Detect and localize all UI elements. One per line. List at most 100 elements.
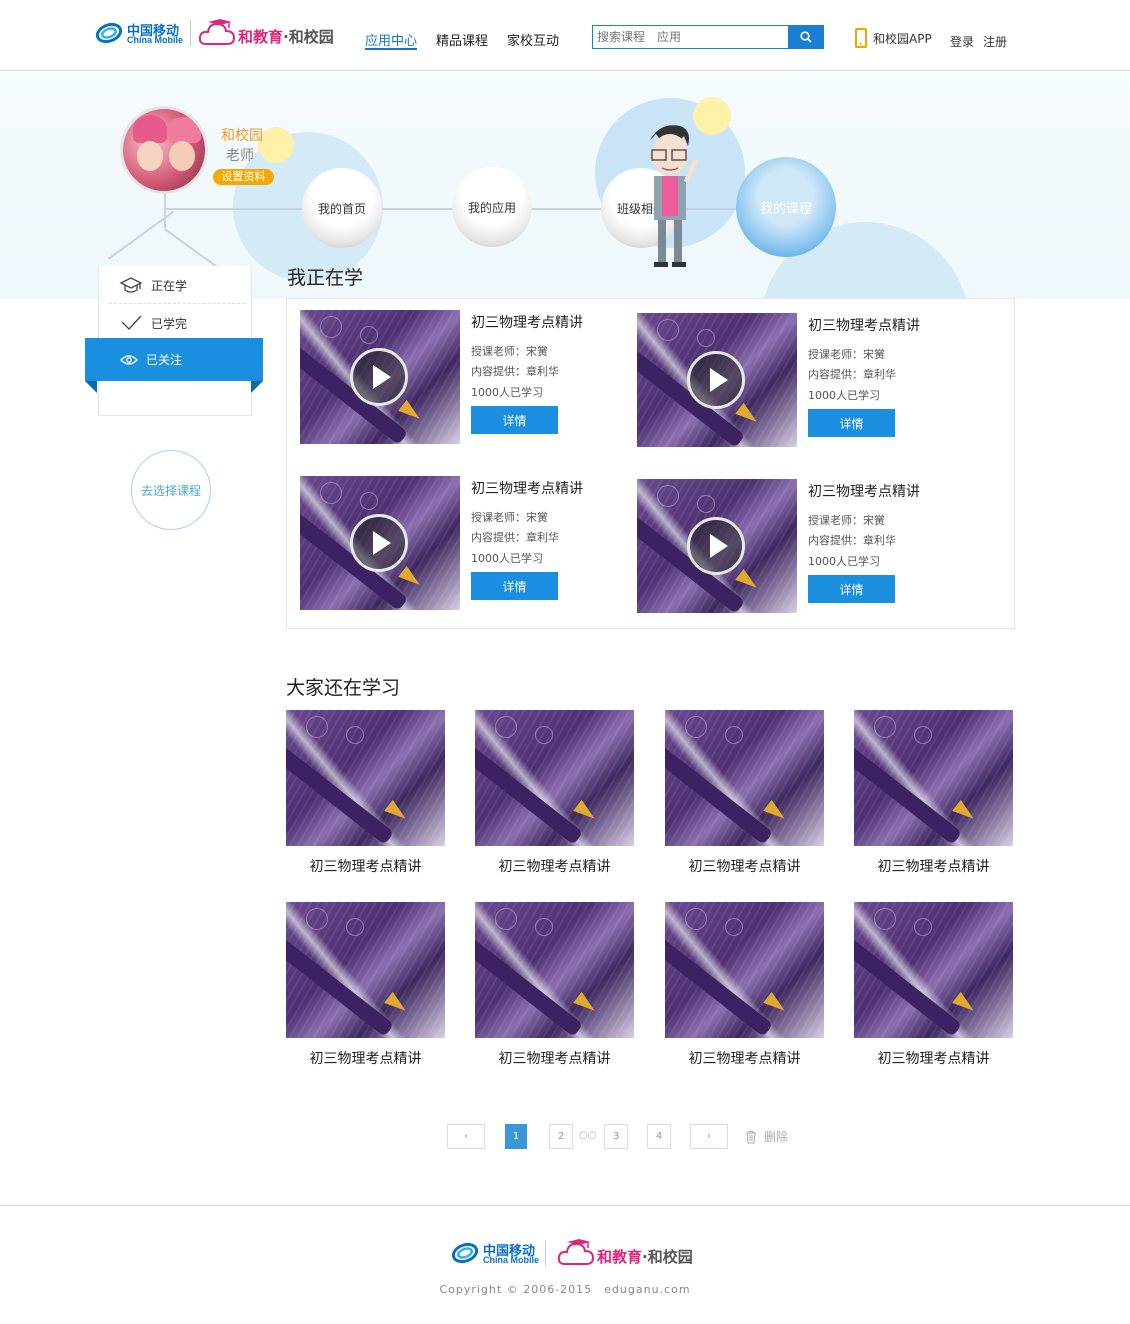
nav-premium-courses[interactable]: 精品课程 bbox=[436, 30, 488, 50]
check-icon bbox=[121, 315, 142, 330]
play-icon[interactable] bbox=[687, 517, 745, 575]
course-title[interactable]: 初三物理考点精讲 bbox=[808, 315, 920, 335]
circle-nav-courses[interactable]: 我的课程 bbox=[736, 157, 836, 257]
cloud-cap-icon bbox=[198, 19, 236, 45]
recommended-course-card[interactable]: 初三物理考点精讲 bbox=[665, 902, 825, 1072]
course-card[interactable]: 初三物理考点精讲 授课老师：宋黉 内容提供：章利华 1000人已学习 详情 bbox=[300, 476, 600, 616]
avatar-detail bbox=[169, 141, 195, 171]
login-link[interactable]: 登录 bbox=[950, 33, 974, 50]
course-title[interactable]: 初三物理考点精讲 bbox=[471, 478, 583, 498]
course-title[interactable]: 初三物理考点精讲 bbox=[854, 856, 1013, 876]
detail-button[interactable]: 详情 bbox=[808, 575, 895, 603]
course-thumbnail[interactable] bbox=[475, 902, 634, 1038]
course-provider: 内容提供：章利华 bbox=[808, 368, 896, 381]
course-thumbnail[interactable] bbox=[854, 902, 1013, 1038]
side-item-finished[interactable]: 已学完 bbox=[109, 305, 245, 341]
delete-button[interactable]: 删除 bbox=[744, 1128, 788, 1145]
side-item-label: 正在学 bbox=[151, 279, 188, 293]
course-thumbnail[interactable] bbox=[665, 902, 824, 1038]
app-download-link[interactable]: 和校园APP bbox=[855, 28, 932, 48]
recommended-course-card[interactable]: 初三物理考点精讲 bbox=[854, 710, 1014, 880]
course-title[interactable]: 初三物理考点精讲 bbox=[475, 856, 634, 876]
course-thumbnail[interactable] bbox=[637, 313, 797, 447]
prev-page-button[interactable]: ‹ bbox=[447, 1124, 485, 1149]
next-page-button[interactable]: › bbox=[690, 1124, 728, 1149]
recommended-course-card[interactable]: 初三物理考点精讲 bbox=[475, 710, 635, 880]
search-input[interactable] bbox=[593, 26, 783, 48]
course-card[interactable]: 初三物理考点精讲 授课老师：宋黉 内容提供：章利华 1000人已学习 详情 bbox=[637, 313, 937, 453]
course-card[interactable]: 初三物理考点精讲 授课老师：宋黉 内容提供：章利华 1000人已学习 详情 bbox=[637, 479, 937, 619]
course-thumbnail[interactable] bbox=[475, 710, 634, 846]
course-title[interactable]: 初三物理考点精讲 bbox=[665, 1048, 824, 1068]
user-name: 和校园 bbox=[221, 128, 263, 144]
side-item-learning[interactable]: 正在学 bbox=[109, 268, 245, 304]
course-thumbnail[interactable] bbox=[854, 710, 1013, 846]
course-teacher: 授课老师：宋黉 bbox=[808, 514, 885, 527]
recommended-course-card[interactable]: 初三物理考点精讲 bbox=[854, 902, 1014, 1072]
recommended-course-card[interactable]: 初三物理考点精讲 bbox=[286, 902, 446, 1072]
course-thumbnail[interactable] bbox=[300, 310, 460, 444]
course-thumbnail[interactable] bbox=[665, 710, 824, 846]
brand-main: 和教育 bbox=[597, 1248, 643, 1266]
detail-button[interactable]: 详情 bbox=[471, 572, 558, 600]
phone-icon bbox=[855, 28, 867, 48]
play-icon[interactable] bbox=[350, 514, 408, 572]
course-title[interactable]: 初三物理考点精讲 bbox=[286, 1048, 445, 1068]
recommended-course-card[interactable]: 初三物理考点精讲 bbox=[286, 710, 446, 880]
course-title[interactable]: 初三物理考点精讲 bbox=[471, 312, 583, 332]
detail-button[interactable]: 详情 bbox=[808, 409, 895, 437]
play-icon[interactable] bbox=[350, 348, 408, 406]
course-provider: 内容提供：章利华 bbox=[808, 534, 896, 547]
nav-home-school[interactable]: 家校互动 bbox=[507, 30, 559, 50]
circle-nav-apps[interactable]: 我的应用 bbox=[452, 167, 532, 247]
course-thumbnail[interactable] bbox=[286, 902, 445, 1038]
brand-main: 和教育 bbox=[238, 28, 284, 46]
course-provider: 内容提供：章利华 bbox=[471, 531, 559, 544]
register-link[interactable]: 注册 bbox=[983, 33, 1007, 50]
course-title[interactable]: 初三物理考点精讲 bbox=[286, 856, 445, 876]
others-section-title: 大家还在学习 bbox=[286, 677, 401, 699]
course-title[interactable]: 初三物理考点精讲 bbox=[854, 1048, 1013, 1068]
page-button-3[interactable]: 3 bbox=[604, 1124, 628, 1149]
logo-divider bbox=[190, 20, 191, 46]
course-provider: 内容提供：章利华 bbox=[471, 365, 559, 378]
footer-china-mobile-logo: 中国移动 China Mobile bbox=[452, 1238, 542, 1268]
recommended-course-card[interactable]: 初三物理考点精讲 bbox=[475, 902, 635, 1072]
footer: 中国移动 China Mobile 和教育·和校园 Copyright © 20… bbox=[0, 1205, 1130, 1324]
course-thumbnail[interactable] bbox=[300, 476, 460, 610]
learning-section-title: 我正在学 bbox=[287, 267, 364, 289]
china-mobile-swirl-icon bbox=[96, 22, 122, 44]
hejiaoyu-text: 和教育·和校园 bbox=[597, 1246, 693, 1267]
delete-label: 删除 bbox=[764, 1130, 789, 1144]
course-thumbnail[interactable] bbox=[637, 479, 797, 613]
search-button[interactable] bbox=[788, 25, 824, 49]
page-button-4[interactable]: 4 bbox=[647, 1124, 671, 1149]
course-title[interactable]: 初三物理考点精讲 bbox=[475, 1048, 634, 1068]
play-icon[interactable] bbox=[687, 351, 745, 409]
avatar[interactable] bbox=[120, 106, 208, 194]
sun-decoration bbox=[258, 127, 294, 163]
ribbon-fold bbox=[85, 381, 97, 393]
page-button-2[interactable]: 2 bbox=[549, 1124, 573, 1149]
recommended-course-card[interactable]: 初三物理考点精讲 bbox=[665, 710, 825, 880]
choose-course-button[interactable]: 去选择课程 bbox=[131, 450, 211, 530]
ribbon-fold bbox=[251, 381, 263, 393]
circle-nav-home[interactable]: 我的首页 bbox=[302, 168, 382, 248]
side-item-following[interactable]: 已关注 bbox=[85, 338, 263, 381]
course-title[interactable]: 初三物理考点精讲 bbox=[665, 856, 824, 876]
course-learners: 1000人已学习 bbox=[471, 386, 543, 399]
course-card[interactable]: 初三物理考点精讲 授课老师：宋黉 内容提供：章利华 1000人已学习 详情 bbox=[300, 310, 600, 450]
page-button-1[interactable]: 1 bbox=[505, 1124, 527, 1149]
settings-button[interactable]: 设置资料 bbox=[213, 169, 274, 185]
avatar-detail bbox=[167, 117, 201, 143]
footer-hejiaoyu-logo: 和教育·和校园 bbox=[557, 1234, 697, 1270]
brand-sub: ·和校园 bbox=[283, 28, 334, 46]
course-title[interactable]: 初三物理考点精讲 bbox=[808, 481, 920, 501]
pagination-ellipsis: ○○ bbox=[579, 1130, 597, 1141]
nav-app-center[interactable]: 应用中心 bbox=[365, 30, 418, 50]
detail-button[interactable]: 详情 bbox=[471, 406, 558, 434]
china-mobile-en: China Mobile bbox=[127, 35, 183, 45]
course-thumbnail[interactable] bbox=[286, 710, 445, 846]
china-mobile-logo[interactable]: 中国移动 China Mobile bbox=[96, 18, 186, 48]
hejiaoyu-logo[interactable]: 和教育·和校园 bbox=[198, 14, 338, 50]
